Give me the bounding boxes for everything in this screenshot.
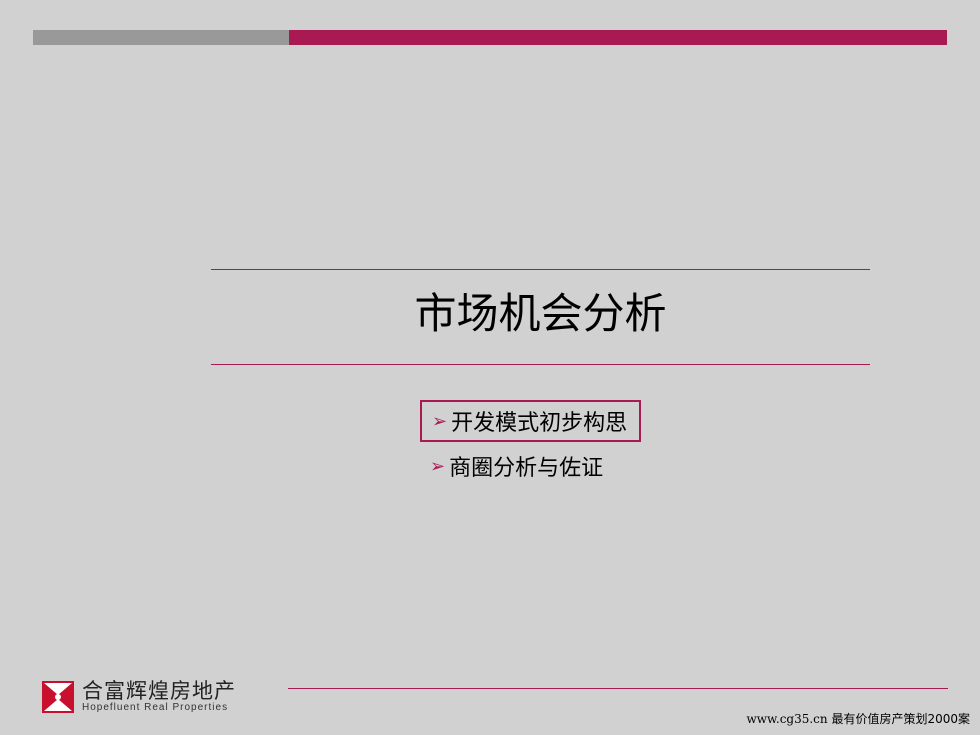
bullet-label: 商圈分析与佐证 [449,456,604,481]
company-logo: 合富辉煌房地产 Hopefluent Real Properties [42,680,236,713]
company-name-en: Hopefluent Real Properties [82,702,229,713]
footer-text: www.cg35.cn 最有价值房产策划2000案 [746,710,970,727]
bullet-label: 开发模式初步构思 [451,411,628,436]
arrow-bullet-icon: ➢ [430,455,446,477]
bullet-list: ➢ 开发模式初步构思 ➢ 商圈分析与佐证 [420,400,642,486]
header-bar-gray [33,30,289,45]
bullet-item-development-mode[interactable]: ➢ 开发模式初步构思 [420,400,642,442]
company-name-cn: 合富辉煌房地产 [82,679,236,703]
title-rule-top [211,269,870,270]
footer-tagline: 最有价值房产策划2000案 [831,712,970,726]
footer-url: www.cg35.cn [746,712,828,726]
title-rule-bottom [211,364,870,365]
header-bar-accent [289,30,947,45]
footer-rule [288,688,948,689]
bullet-item-trade-area[interactable]: ➢ 商圈分析与佐证 [420,446,641,486]
company-logo-icon [42,680,74,713]
arrow-bullet-icon: ➢ [432,410,448,432]
slide-title: 市场机会分析 [414,289,667,338]
